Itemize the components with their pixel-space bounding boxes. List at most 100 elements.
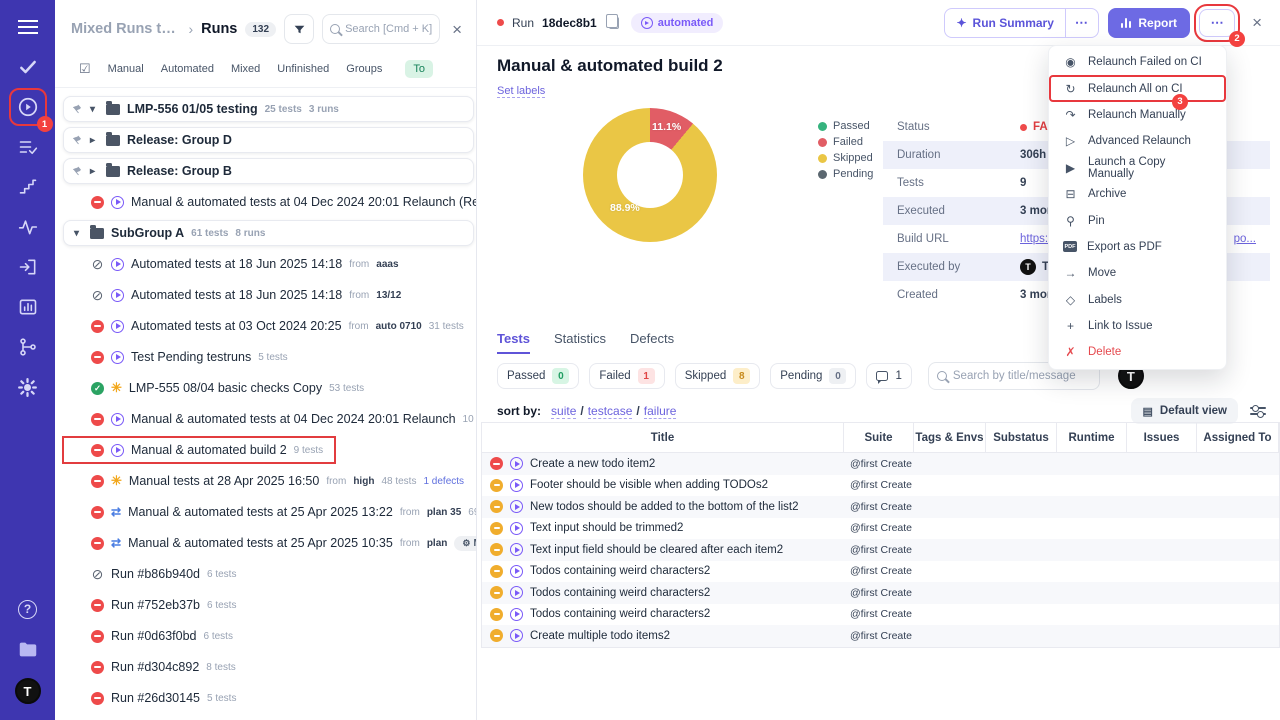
run-list-item[interactable]: ⚑ Manual & automated tests at 25 Apr 202…: [63, 530, 476, 556]
runs-filter-tab[interactable]: Automated: [161, 63, 214, 75]
run-list-item[interactable]: ⚑ Run #0d63f0bd from 6 tests: [63, 623, 476, 649]
runs-filter-tab[interactable]: Manual: [108, 63, 144, 75]
run-list-item[interactable]: ⚑ Run #26d30145 from 5 tests: [63, 685, 476, 711]
run-list-item[interactable]: ⚑ Automated tests at 18 Jun 2025 14:18 f…: [63, 282, 476, 308]
menu-item[interactable]: ▷ Advanced Relaunch: [1049, 128, 1226, 154]
projects-folder-icon[interactable]: [17, 638, 39, 660]
branch-icon[interactable]: [17, 336, 39, 358]
table-row[interactable]: New todos should be added to the bottom …: [482, 496, 1279, 518]
detail-tab[interactable]: Statistics: [554, 331, 606, 354]
table-column-header[interactable]: Assigned To: [1197, 423, 1279, 452]
settings-gear-icon[interactable]: [17, 376, 39, 398]
run-list-item[interactable]: ⚑ Manual & automated build 2 from 9 test…: [61, 436, 337, 464]
run-list-item[interactable]: ⚑ Automated tests at 03 Oct 2024 20:25 f…: [63, 313, 476, 339]
table-column-header[interactable]: Runtime: [1057, 423, 1127, 452]
close-detail-icon[interactable]: ×: [1248, 14, 1266, 31]
run-list-item[interactable]: ⚑ LMP-555 08/04 basic checks Copy from 5…: [63, 375, 476, 401]
table-row[interactable]: Todos containing weird characters2 @firs…: [482, 561, 1279, 583]
run-list-item[interactable]: ⚑ Manual tests at 28 Apr 2025 16:50 from…: [63, 468, 476, 494]
runs-play-icon[interactable]: 1: [8, 88, 53, 132]
table-column-header[interactable]: Substatus: [986, 423, 1057, 452]
menu-item[interactable]: ↻ Relaunch All on CI 3: [1049, 75, 1226, 110]
table-column-header[interactable]: Suite: [844, 423, 914, 452]
menu-item[interactable]: ↷ Relaunch Manually: [1049, 102, 1226, 128]
runs-search-input[interactable]: [345, 23, 433, 35]
sort-option-link[interactable]: failure: [643, 404, 677, 419]
status-filter-chip[interactable]: Passed 0: [497, 363, 580, 389]
table-column-header[interactable]: Issues: [1127, 423, 1197, 452]
table-column-header[interactable]: Tags & Envs: [914, 423, 986, 452]
run-list-item[interactable]: ⚑ Run #b86b940d from 6 tests: [63, 561, 476, 587]
menu-item[interactable]: ▶ Launch a Copy Manually: [1049, 155, 1226, 181]
chevron-icon[interactable]: [74, 228, 83, 239]
detail-tab[interactable]: Tests: [497, 331, 530, 354]
run-list-item[interactable]: ⚑ Automated tests at 18 Jun 2025 14:18 f…: [63, 251, 476, 277]
table-row[interactable]: Create a new todo item2 @first Create ..…: [482, 453, 1279, 475]
table-row[interactable]: Text input should be trimmed2 @first Cre…: [482, 518, 1279, 540]
table-column-header[interactable]: Title: [482, 423, 844, 452]
status-filter-chip[interactable]: Pending 0: [770, 363, 857, 389]
run-list-item[interactable]: ⚑ Manual & automated tests at 04 Dec 202…: [63, 406, 476, 432]
run-list-item[interactable]: ⚑ Run #d304c892 from 8 tests: [63, 654, 476, 680]
breadcrumb-project[interactable]: Mixed Runs testing: [71, 21, 180, 37]
table-row[interactable]: Text input field should be cleared after…: [482, 539, 1279, 561]
user-avatar[interactable]: T: [14, 678, 41, 704]
menu-item[interactable]: ◇ Labels: [1049, 287, 1226, 313]
automated-badge[interactable]: automated: [630, 12, 724, 33]
sort-option-link[interactable]: testcase: [587, 404, 633, 419]
detail-value-overflow[interactable]: po...: [1234, 233, 1256, 245]
help-icon[interactable]: ?: [17, 598, 39, 620]
runs-filter-tab[interactable]: Unfinished: [277, 63, 329, 75]
runs-filter-tab[interactable]: To: [405, 60, 433, 78]
chevron-icon[interactable]: [90, 166, 99, 177]
menu-item[interactable]: ⚲ Pin: [1049, 207, 1226, 233]
runs-filter-tab[interactable]: Groups: [346, 63, 382, 75]
run-list-item[interactable]: ⚑ Run #752eb37b from 6 tests: [63, 592, 476, 618]
copy-icon[interactable]: [605, 13, 619, 29]
chevron-icon[interactable]: [90, 135, 99, 146]
menu-item[interactable]: ◉ Relaunch Failed on CI: [1049, 49, 1226, 75]
menu-item[interactable]: ⊟ Archive: [1049, 181, 1226, 207]
filter-button[interactable]: [284, 14, 315, 44]
close-panel-icon[interactable]: ×: [448, 21, 466, 38]
status-filter-chip[interactable]: Failed 1: [589, 363, 665, 389]
runs-filter-tab[interactable]: Mixed: [231, 63, 260, 75]
menu-item[interactable]: → Move: [1049, 260, 1226, 286]
detail-tab[interactable]: Defects: [630, 331, 674, 354]
run-list-item[interactable]: ⚑ Release: Group D from: [63, 127, 474, 153]
comments-filter-chip[interactable]: 1: [866, 363, 912, 389]
import-icon[interactable]: [17, 256, 39, 278]
table-row[interactable]: Create multiple todo items2 @first Creat…: [482, 625, 1279, 647]
analytics-icon[interactable]: [17, 296, 39, 318]
run-summary-more-button[interactable]: ⋯: [1064, 8, 1098, 37]
tests-search-input[interactable]: [952, 370, 1091, 382]
default-view-button[interactable]: ▤ Default view: [1131, 398, 1238, 424]
pulse-icon[interactable]: [17, 216, 39, 238]
menu-hamburger-icon[interactable]: [17, 16, 39, 38]
list-check-icon[interactable]: [17, 136, 39, 158]
run-summary-button[interactable]: ✦ Run Summary ⋯: [944, 7, 1099, 38]
report-button[interactable]: Report: [1107, 7, 1191, 38]
chevron-icon[interactable]: [90, 104, 99, 115]
set-labels-link[interactable]: Set labels: [497, 85, 546, 98]
run-list-item[interactable]: ⚑ Manual & automated tests at 04 Dec 202…: [63, 189, 476, 215]
table-row[interactable]: Todos containing weird characters2 @firs…: [482, 582, 1279, 604]
menu-item[interactable]: + Link to Issue: [1049, 313, 1226, 339]
more-actions-button[interactable]: ⋯ 2: [1194, 3, 1246, 47]
run-list-item[interactable]: ⚑ LMP-556 01/05 testing from 25 tests 3 …: [63, 96, 474, 122]
sort-option-link[interactable]: suite: [551, 404, 577, 419]
status-filter-chip[interactable]: Skipped 8: [674, 363, 761, 389]
check-nav-icon[interactable]: [17, 56, 39, 78]
run-list-item[interactable]: ⚑ SubGroup A from 61 tests 8 runs: [63, 220, 474, 246]
column-settings-icon[interactable]: [1250, 405, 1266, 418]
table-row[interactable]: Todos containing weird characters2 @firs…: [482, 604, 1279, 626]
run-list-item[interactable]: ⚑ Test Pending testruns from 5 tests: [63, 344, 476, 370]
menu-item[interactable]: ✗ Delete: [1049, 339, 1226, 365]
select-all-icon[interactable]: ☑: [79, 61, 91, 77]
steps-icon[interactable]: [17, 176, 39, 198]
run-list-item[interactable]: ⚑ Release: Group B from: [63, 158, 474, 184]
test-title: Text input should be trimmed2: [530, 522, 684, 535]
menu-item[interactable]: PDF Export as PDF: [1049, 234, 1226, 260]
table-row[interactable]: Footer should be visible when adding TOD…: [482, 475, 1279, 497]
run-list-item[interactable]: ⚑ Manual & automated tests at 25 Apr 202…: [63, 499, 476, 525]
